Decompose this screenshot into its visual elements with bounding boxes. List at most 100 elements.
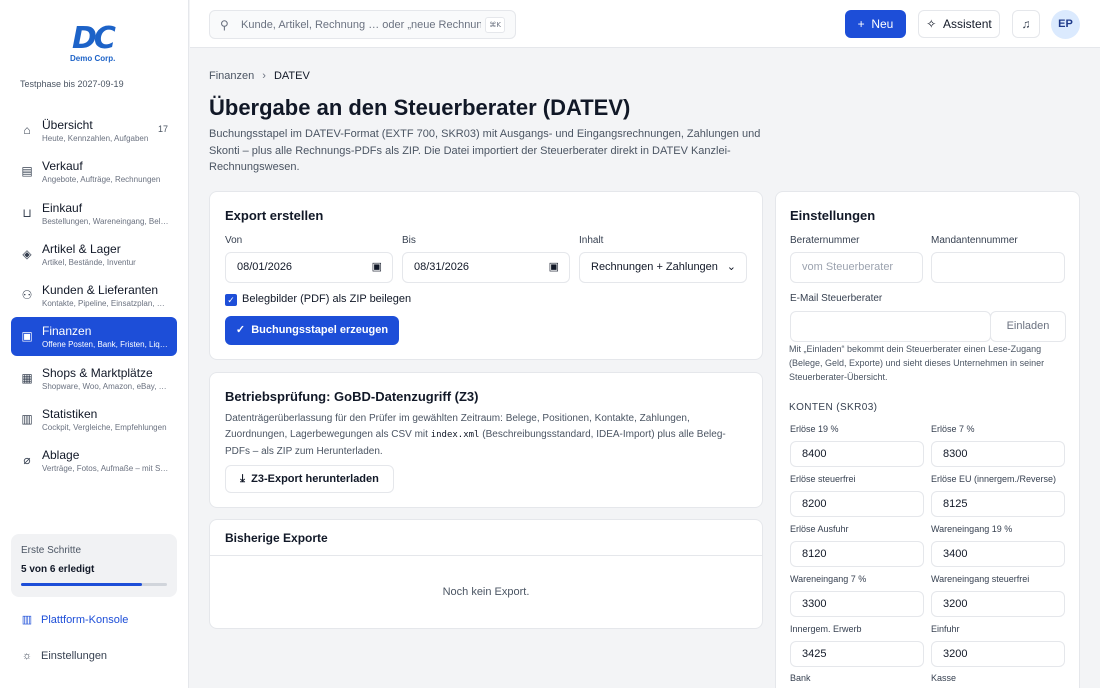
search-icon: ⚲ — [220, 18, 229, 32]
bell-icon: ♫ — [1021, 17, 1031, 31]
zip-checkbox[interactable]: ✓ — [225, 294, 237, 306]
sidebar-item-label: Übersicht — [42, 118, 93, 132]
gear-icon: ☼ — [21, 650, 33, 662]
platform-console-label: Plattform-Konsole — [41, 614, 129, 626]
logo-mark: DC — [72, 21, 116, 56]
z3-export-button[interactable]: ⤓ Z3-Export herunterladen — [225, 465, 394, 493]
gobd-card-title: Betriebsprüfung: GoBD-Datenzugriff (Z3) — [225, 389, 479, 404]
generate-export-label: Buchungsstapel erzeugen — [251, 324, 389, 336]
history-card: Bisherige Exporte Noch kein Export. — [209, 519, 763, 629]
steps-progress-bar — [21, 583, 167, 586]
sidebar-item-artikel-lager[interactable]: ◈ Artikel & Lager Artikel, Bestände, Inv… — [11, 235, 177, 274]
onboarding-steps[interactable]: Erste Schritte 5 von 6 erledigt — [11, 534, 177, 597]
steps-progress-fill — [21, 583, 143, 586]
account-label: Erlöse steuerfrei — [790, 474, 856, 484]
breadcrumb-parent[interactable]: Finanzen — [209, 70, 254, 82]
download-icon: ⤓ — [240, 473, 245, 485]
sidebar-item-sub: Verträge, Fotos, Aufmaße – mit Suche — [42, 464, 169, 474]
cart-icon: ⊔ — [22, 205, 32, 220]
export-card: Export erstellen Von Bis Inhalt 08/01/20… — [209, 191, 763, 360]
cash-label: Kasse — [931, 673, 957, 683]
sparkle-icon: ✧ — [926, 17, 937, 31]
invite-description: Mit „Einladen“ bekommt dein Steuerberate… — [789, 344, 1045, 383]
sidebar-item-sub: Bestellungen, Wareneingang, Belege — [42, 216, 169, 226]
sidebar-item-finanzen[interactable]: ▣ Finanzen Offene Posten, Bank, Fristen,… — [11, 317, 177, 357]
settings-link[interactable]: ☼ Einstellungen — [20, 650, 107, 662]
to-date-input[interactable]: 08/31/2026 ▣ — [402, 252, 570, 283]
sidebar-item-sub: Offene Posten, Bank, Fristen, Liquidität — [42, 340, 169, 350]
plus-icon: + — [857, 17, 865, 31]
from-date-input[interactable]: 08/01/2026 ▣ — [225, 252, 393, 283]
content-select-value: Rechnungen + Zahlungen — [591, 261, 718, 273]
account-input[interactable]: 8120 — [790, 541, 924, 567]
settings-card-title: Einstellungen — [790, 208, 876, 223]
account-input[interactable]: 3200 — [931, 591, 1065, 617]
account-input[interactable]: 8400 — [790, 441, 924, 467]
search-input[interactable]: ⚲ Kunde, Artikel, Rechnung … oder „neue … — [209, 10, 516, 39]
account-label: Erlöse Ausfuhr — [790, 524, 849, 534]
sidebar-item-label: Verkauf — [42, 159, 83, 174]
paperclip-icon: ⌀ — [23, 453, 31, 468]
divider — [210, 555, 762, 556]
account-input[interactable]: 8200 — [790, 491, 924, 517]
calendar-icon: ▣ — [371, 261, 382, 273]
account-input[interactable]: 8125 — [931, 491, 1065, 517]
account-label: Wareneingang steuerfrei — [931, 574, 1030, 584]
to-date-value: 08/31/2026 — [414, 261, 470, 273]
client-number-input[interactable] — [931, 252, 1065, 283]
count-badge: 17 — [157, 124, 168, 134]
account-input[interactable]: 3425 — [790, 641, 924, 667]
home-icon: ⌂ — [23, 123, 31, 137]
account-label: Wareneingang 19 % — [931, 524, 1013, 534]
export-card-title: Export erstellen — [225, 208, 324, 223]
account-input[interactable]: 3300 — [790, 591, 924, 617]
zip-checkbox-label[interactable]: Belegbilder (PDF) als ZIP beilegen — [242, 293, 411, 305]
account-label: Wareneingang 7 % — [790, 574, 867, 584]
shortcut-hint: ⌘K — [485, 17, 505, 33]
sidebar-item-ablage[interactable]: ⌀ Ablage Verträge, Fotos, Aufmaße – mit … — [11, 441, 177, 480]
sidebar-item-label: Kunden & Lieferanten — [42, 283, 159, 298]
company-logo[interactable]: DC Demo Corp. — [70, 21, 120, 64]
sidebar-item-uebersicht[interactable]: ⌂ Übersicht Heute, Kennzahlen, Aufgaben … — [11, 111, 177, 150]
sidebar-item-einkauf[interactable]: ⊔ Einkauf Bestellungen, Wareneingang, Be… — [11, 194, 177, 233]
settings-card: Einstellungen Beraternummer Mandantennum… — [775, 191, 1080, 688]
sidebar-item-statistiken[interactable]: ▥ Statistiken Cockpit, Vergleiche, Empfe… — [11, 400, 177, 439]
z3-export-label: Z3-Export herunterladen — [251, 473, 379, 485]
avatar[interactable]: EP — [1051, 10, 1080, 39]
advisor-email-input[interactable] — [790, 311, 991, 342]
steps-count: 5 von 6 erledigt — [21, 564, 95, 575]
generate-export-button[interactable]: ✓ Buchungsstapel erzeugen — [225, 316, 399, 345]
account-input[interactable]: 8300 — [931, 441, 1065, 467]
sidebar-item-label: Ablage — [42, 448, 80, 463]
sidebar-item-sub: Cockpit, Vergleiche, Empfehlungen — [42, 423, 167, 433]
account-label: Erlöse 19 % — [790, 424, 839, 434]
sidebar-item-verkauf[interactable]: ▤ Verkauf Angebote, Aufträge, Rechnungen — [11, 152, 177, 191]
sidebar-item-shops[interactable]: ▦ Shops & Marktplätze Shopware, Woo, Ama… — [11, 359, 177, 398]
steps-title: Erste Schritte — [21, 545, 82, 556]
invite-button[interactable]: Einladen — [990, 311, 1066, 342]
content-select[interactable]: Rechnungen + Zahlungen ⌄ — [579, 252, 747, 283]
shop-icon: ▦ — [21, 370, 33, 385]
advisor-number-input[interactable]: vom Steuerberater — [790, 252, 923, 283]
users-icon: ⚇ — [21, 288, 33, 303]
page-description: Buchungsstapel im DATEV-Format (EXTF 700… — [209, 128, 761, 173]
account-label: Einfuhr — [931, 624, 960, 634]
new-button[interactable]: + Neu — [845, 10, 906, 38]
account-input[interactable]: 3400 — [931, 541, 1065, 567]
sidebar-item-kunden-lieferanten[interactable]: ⚇ Kunden & Lieferanten Kontakte, Pipelin… — [11, 276, 177, 315]
trial-info: Testphase bis 2027-09-19 — [20, 79, 124, 89]
sidebar-item-label: Shops & Marktplätze — [42, 365, 153, 380]
account-input[interactable]: 3200 — [931, 641, 1065, 667]
assistant-button[interactable]: ✧ Assistent — [918, 10, 1000, 38]
chevron-right-icon: › — [262, 70, 266, 82]
calendar-icon: ▣ — [548, 261, 559, 273]
breadcrumb-current: DATEV — [273, 70, 310, 82]
search-placeholder: Kunde, Artikel, Rechnung … oder „neue Re… — [241, 19, 481, 31]
to-label: Bis — [402, 235, 416, 246]
platform-console-link[interactable]: ▥ Plattform-Konsole — [20, 613, 129, 626]
page-title: Übergabe an den Steuerberater (DATEV) — [209, 95, 631, 120]
email-label: E-Mail Steuerberater — [790, 293, 883, 304]
notifications-button[interactable]: ♫ — [1012, 10, 1040, 38]
content-label: Inhalt — [579, 235, 604, 246]
account-label: Erlöse 7 % — [931, 424, 975, 434]
